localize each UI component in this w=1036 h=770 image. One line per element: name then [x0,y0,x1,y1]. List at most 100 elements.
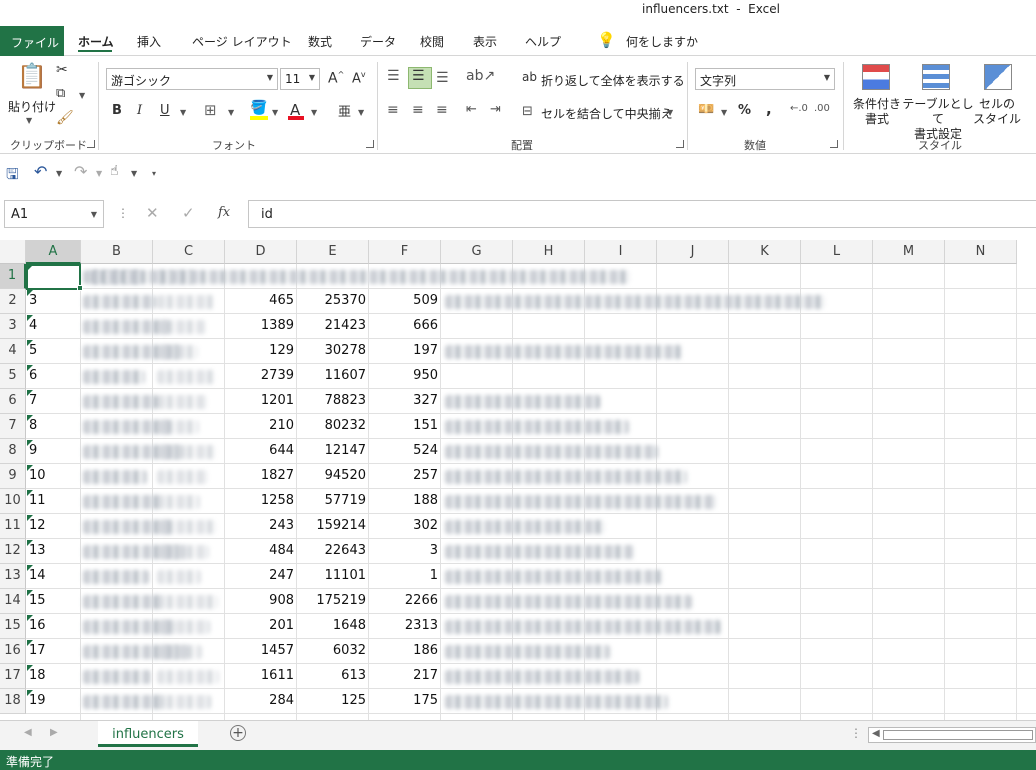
paste-icon[interactable]: 📋 [14,62,50,92]
cell-a[interactable]: 3 [29,289,79,314]
cell-d[interactable]: 201 [225,614,297,639]
align-top-icon[interactable]: ☰ [387,68,400,84]
cell-a[interactable]: 14 [29,564,79,589]
cell-styles-icon[interactable] [984,64,1012,90]
cell-d[interactable]: 243 [225,514,297,539]
copy-dropdown-icon[interactable]: ▼ [79,91,85,100]
column-header-k[interactable]: K [729,240,801,264]
percent-button[interactable]: % [738,103,751,118]
column-header-g[interactable]: G [441,240,513,264]
cell-e[interactable]: 57719 [297,489,369,514]
tab-review[interactable]: 校閲 [420,33,444,50]
cell-f[interactable]: 197 [369,339,441,364]
touch-mode-icon[interactable]: ☝ [110,163,119,179]
cell-e[interactable]: 94520 [297,464,369,489]
sheet-tab-influencers[interactable]: influencers [98,721,198,747]
row-header-18[interactable]: 18 [0,689,26,714]
align-right-icon[interactable]: ≡ [436,102,448,118]
font-name-dropdown[interactable]: 游ゴシック ▼ [106,68,278,90]
currency-icon[interactable]: 💴 [698,102,714,117]
tab-help[interactable]: ヘルプ [525,33,561,50]
increase-indent-icon[interactable]: ⇥ [490,102,501,117]
cell-f[interactable]: 509 [369,289,441,314]
tab-formulas[interactable]: 数式 [308,33,332,50]
tab-data[interactable]: データ [360,33,396,50]
orientation-icon[interactable]: ab↗ [466,68,495,84]
cell-d[interactable]: 2739 [225,364,297,389]
row-header-11[interactable]: 11 [0,514,26,539]
column-header-b[interactable]: B [81,240,153,264]
row-header-5[interactable]: 5 [0,364,26,389]
alignment-launcher-icon[interactable] [676,140,684,148]
cell-a[interactable]: 5 [29,339,79,364]
cell-f[interactable]: 2313 [369,614,441,639]
redo-dropdown-icon[interactable]: ▼ [96,169,102,178]
fill-handle[interactable] [77,285,83,291]
cell-e[interactable]: 80232 [297,414,369,439]
cell-e[interactable]: 25370 [297,289,369,314]
cell-f[interactable]: 1 [369,564,441,589]
number-launcher-icon[interactable] [830,140,838,148]
row-header-15[interactable]: 15 [0,614,26,639]
cell-a[interactable]: 19 [29,689,79,714]
currency-dropdown-icon[interactable]: ▼ [721,108,727,117]
row-header-6[interactable]: 6 [0,389,26,414]
fill-color-icon[interactable]: 🪣 [250,100,267,116]
cell-e[interactable]: 12147 [297,439,369,464]
cell-f[interactable]: 188 [369,489,441,514]
row-header-16[interactable]: 16 [0,639,26,664]
cell-d[interactable]: 1201 [225,389,297,414]
tell-me-search[interactable]: 何をしますか [626,33,698,50]
cell-f[interactable]: 302 [369,514,441,539]
column-header-n[interactable]: N [945,240,1017,264]
cell-f[interactable]: 257 [369,464,441,489]
scroll-tabs-right-icon[interactable]: ▶ [50,727,58,738]
horizontal-scrollbar[interactable]: ◀ [868,727,1036,743]
cell-d[interactable]: 644 [225,439,297,464]
increase-font-icon[interactable]: A^ [328,70,344,87]
paste-button[interactable]: 貼り付け [8,98,56,115]
tab-insert[interactable]: 挿入 [137,33,161,50]
row-header-12[interactable]: 12 [0,539,26,564]
cell-a[interactable]: 10 [29,464,79,489]
number-format-dropdown[interactable]: 文字列 ▼ [695,68,835,90]
cell-d[interactable]: 1611 [225,664,297,689]
tab-home[interactable]: ホーム [78,33,114,50]
paste-dropdown-icon[interactable]: ▼ [26,116,32,125]
cell-a[interactable]: 7 [29,389,79,414]
cell-f[interactable]: 151 [369,414,441,439]
cell-e[interactable]: 613 [297,664,369,689]
wrap-text-icon[interactable]: ab [522,70,537,84]
row-header-8[interactable]: 8 [0,439,26,464]
row-header-9[interactable]: 9 [0,464,26,489]
cell-d[interactable]: 908 [225,589,297,614]
merge-dropdown-icon[interactable]: ▼ [667,108,673,117]
cell-f[interactable]: 327 [369,389,441,414]
cell-e[interactable]: 159214 [297,514,369,539]
select-all-corner[interactable] [0,240,26,264]
cell-d[interactable]: 210 [225,414,297,439]
row-header-14[interactable]: 14 [0,589,26,614]
row-header-2[interactable]: 2 [0,289,26,314]
cell-e[interactable]: 30278 [297,339,369,364]
cell-d[interactable]: 284 [225,689,297,714]
tab-view[interactable]: 表示 [473,33,497,50]
align-center-icon[interactable]: ≡ [412,102,424,118]
wrap-text-button[interactable]: 折り返して全体を表示する [541,72,685,89]
cell-f[interactable]: 666 [369,314,441,339]
insert-function-icon[interactable]: fx [218,205,230,220]
cell-e[interactable]: 11607 [297,364,369,389]
cell-f[interactable]: 2266 [369,589,441,614]
cell-styles-button[interactable]: セルの スタイル [972,97,1022,127]
cell-a[interactable]: 13 [29,539,79,564]
phonetic-dropdown-icon[interactable]: ▼ [358,108,364,117]
more-options-icon[interactable]: ⋮ [117,206,129,220]
row-header-7[interactable]: 7 [0,414,26,439]
cell-d[interactable]: 1827 [225,464,297,489]
underline-button[interactable]: U [160,103,170,118]
cell-f[interactable]: 186 [369,639,441,664]
cell-e[interactable]: 11101 [297,564,369,589]
cell-f[interactable]: 175 [369,689,441,714]
row-header-3[interactable]: 3 [0,314,26,339]
cell-a[interactable]: 16 [29,614,79,639]
